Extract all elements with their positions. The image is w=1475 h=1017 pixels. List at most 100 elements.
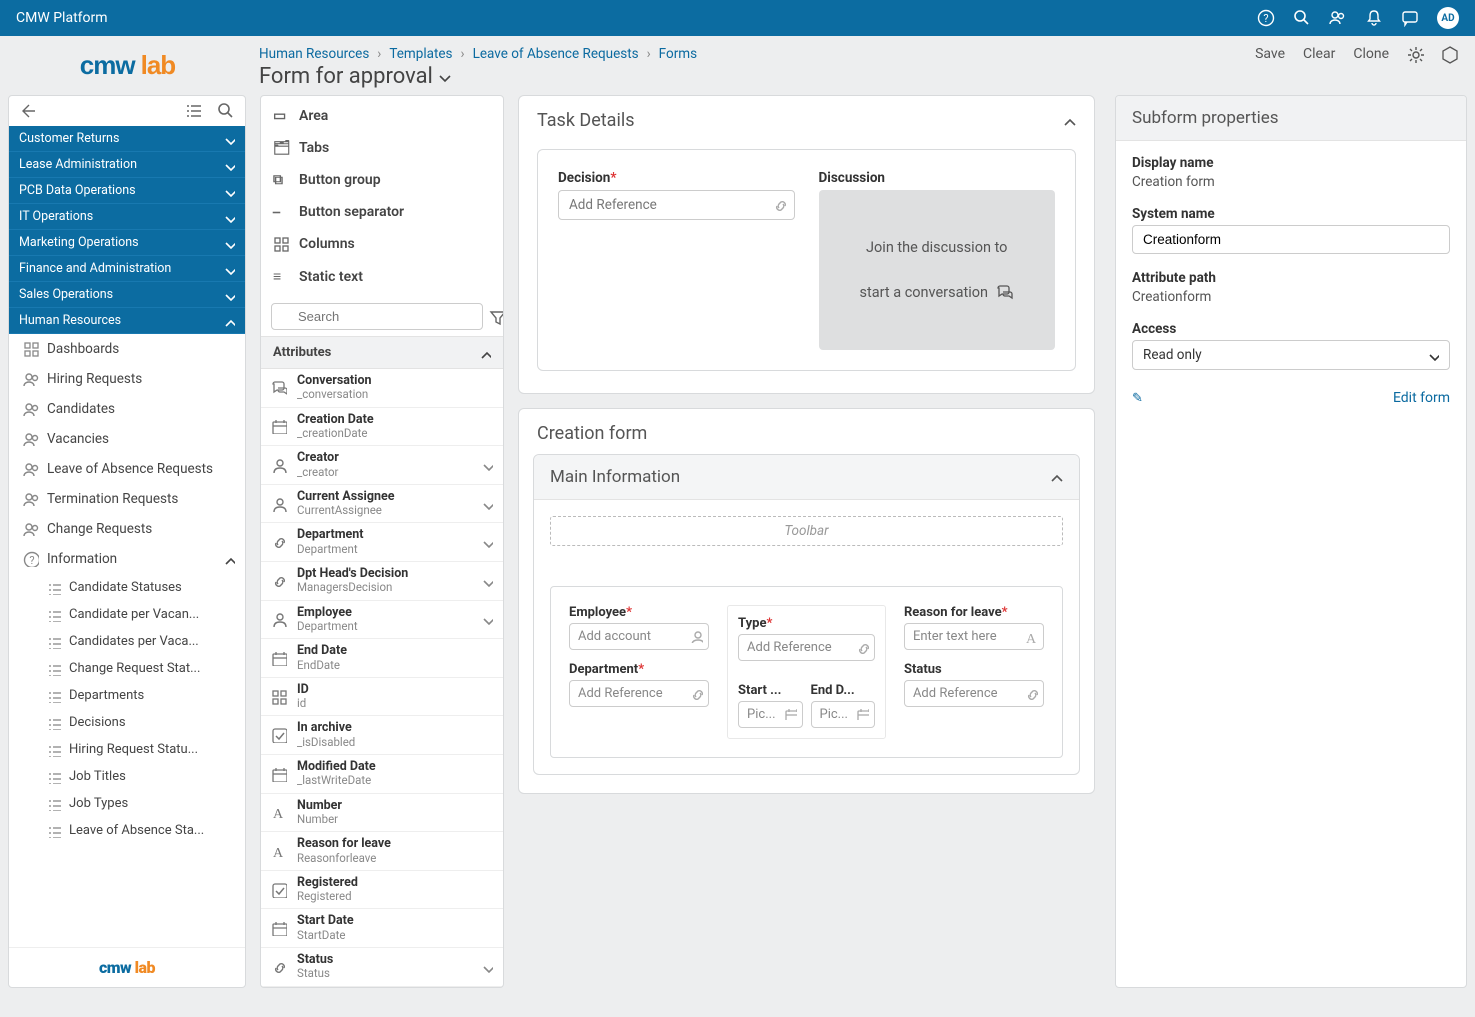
- sidebar-acc-marketing[interactable]: Marketing Operations: [9, 230, 245, 256]
- list-icon: [47, 689, 61, 703]
- sidebar-acc-lease[interactable]: Lease Administration: [9, 152, 245, 178]
- comp-button-group[interactable]: ⧉Button group: [261, 164, 503, 196]
- employee-input[interactable]: Add account: [569, 623, 709, 650]
- info-loa-sta[interactable]: Leave of Absence Sta...: [9, 817, 245, 844]
- attr-_creator[interactable]: Creator_creator: [261, 446, 503, 485]
- hex-icon[interactable]: [1441, 46, 1457, 62]
- info-departments[interactable]: Departments: [9, 682, 245, 709]
- department-input[interactable]: Add Reference: [569, 680, 709, 707]
- clear-button[interactable]: Clear: [1303, 46, 1335, 62]
- info-cpv2[interactable]: Candidates per Vaca...: [9, 628, 245, 655]
- gear-icon[interactable]: [1407, 46, 1423, 62]
- crumb-3[interactable]: Forms: [659, 46, 697, 62]
- search-icon[interactable]: [1293, 9, 1311, 27]
- sidebar-acc-hr[interactable]: Human Resources: [9, 308, 245, 334]
- attr-ManagersDecision[interactable]: Dpt Head's DecisionManagersDecision: [261, 562, 503, 601]
- chat-icon[interactable]: [1401, 9, 1419, 27]
- logo[interactable]: cmwlab: [0, 36, 255, 95]
- list-icon: [47, 770, 61, 784]
- comp-tabs[interactable]: 🗂Tabs: [261, 132, 503, 164]
- save-button[interactable]: Save: [1255, 46, 1285, 62]
- sidebar-search-icon[interactable]: [217, 102, 235, 120]
- list-icon: [47, 716, 61, 730]
- attr-_conversation[interactable]: Conversation_conversation: [261, 369, 503, 408]
- sidebar-acc-finance[interactable]: Finance and Administration: [9, 256, 245, 282]
- info-jobtypes[interactable]: Job Types: [9, 790, 245, 817]
- decision-input[interactable]: Add Reference: [558, 190, 795, 220]
- info-candidate-statuses[interactable]: Candidate Statuses: [9, 574, 245, 601]
- attr-_creationDate[interactable]: Creation Date_creationDate: [261, 408, 503, 447]
- attr-StartDate[interactable]: Start DateStartDate: [261, 909, 503, 948]
- attr-Registered[interactable]: RegisteredRegistered: [261, 871, 503, 910]
- crumb-2[interactable]: Leave of Absence Requests: [473, 46, 639, 62]
- list-icon: [47, 797, 61, 811]
- attr-_isDisabled[interactable]: In archive_isDisabled: [261, 716, 503, 755]
- info-hrs[interactable]: Hiring Request Statu...: [9, 736, 245, 763]
- sidebar-acc-pcb[interactable]: PCB Data Operations: [9, 178, 245, 204]
- attr-_lastWriteDate[interactable]: Modified Date_lastWriteDate: [261, 755, 503, 794]
- info-decisions[interactable]: Decisions: [9, 709, 245, 736]
- attr-Status[interactable]: StatusStatus: [261, 948, 503, 987]
- filter-icon[interactable]: [489, 309, 504, 325]
- sidebar-item-candidates[interactable]: Candidates: [9, 394, 245, 424]
- crumb-1[interactable]: Templates: [389, 46, 452, 62]
- avatar[interactable]: AD: [1437, 7, 1459, 29]
- access-select[interactable]: Read only: [1132, 340, 1450, 370]
- sidebar-acc-customer-returns[interactable]: Customer Returns: [9, 126, 245, 152]
- sidebar-acc-sales[interactable]: Sales Operations: [9, 282, 245, 308]
- attr-Reasonforleave[interactable]: Reason for leaveReasonforleave: [261, 832, 503, 871]
- info-crs[interactable]: Change Request Stat...: [9, 655, 245, 682]
- attr-Department[interactable]: EmployeeDepartment: [261, 601, 503, 640]
- toolbar-placeholder[interactable]: Toolbar: [550, 516, 1063, 546]
- comp-area[interactable]: ▭Area: [261, 100, 503, 132]
- comp-columns[interactable]: Columns: [261, 228, 503, 260]
- users-icon: [23, 521, 39, 537]
- bell-icon[interactable]: [1365, 9, 1383, 27]
- button-group-icon: ⧉: [273, 172, 289, 188]
- component-search-input[interactable]: [271, 303, 483, 330]
- sidebar-item-change[interactable]: Change Requests: [9, 514, 245, 544]
- comp-button-sep[interactable]: ⎯Button separator: [261, 196, 503, 228]
- user-icon: [271, 457, 289, 473]
- comp-static-text[interactable]: ≡Static text: [261, 260, 503, 293]
- chevron-down-icon: [1427, 349, 1439, 361]
- chevron-down-icon: [477, 536, 493, 548]
- attributes-header[interactable]: Attributes: [261, 337, 503, 369]
- sidebar-item-vacancies[interactable]: Vacancies: [9, 424, 245, 454]
- info-cpv[interactable]: Candidate per Vacan...: [9, 601, 245, 628]
- attr-Department[interactable]: DepartmentDepartment: [261, 523, 503, 562]
- main-info-header[interactable]: Main Information: [534, 455, 1079, 500]
- task-details-header[interactable]: Task Details: [519, 96, 1094, 145]
- status-input[interactable]: Add Reference: [904, 680, 1044, 707]
- crumb-0[interactable]: Human Resources: [259, 46, 369, 62]
- sidebar-acc-it[interactable]: IT Operations: [9, 204, 245, 230]
- sidebar-item-leave[interactable]: Leave of Absence Requests: [9, 454, 245, 484]
- edit-icon[interactable]: ✎: [1132, 391, 1143, 406]
- collapse-icon[interactable]: [19, 102, 37, 120]
- end-date-label: End D...: [811, 683, 875, 698]
- attr-Number[interactable]: NumberNumber: [261, 794, 503, 833]
- access-label: Access: [1132, 321, 1450, 337]
- edit-form-link[interactable]: Edit form: [1393, 390, 1450, 406]
- sidebar-item-dashboards[interactable]: Dashboards: [9, 334, 245, 364]
- page-title[interactable]: Form for approval: [259, 64, 697, 89]
- system-name-label: System name: [1132, 206, 1450, 222]
- attr-CurrentAssignee[interactable]: Current AssigneeCurrentAssignee: [261, 485, 503, 524]
- chevron-down-icon: [437, 70, 451, 84]
- list-view-icon[interactable]: [185, 102, 203, 120]
- help-icon[interactable]: [1257, 9, 1275, 27]
- clone-button[interactable]: Clone: [1353, 46, 1389, 62]
- reason-input[interactable]: Enter text here: [904, 623, 1044, 650]
- users-icon: [23, 491, 39, 507]
- attr-EndDate[interactable]: End DateEndDate: [261, 639, 503, 678]
- chevron-down-icon: [477, 613, 493, 625]
- users-icon[interactable]: [1329, 9, 1347, 27]
- sidebar-item-termination[interactable]: Termination Requests: [9, 484, 245, 514]
- discussion-placeholder[interactable]: Join the discussion to start a conversat…: [819, 190, 1056, 350]
- info-jobtitles[interactable]: Job Titles: [9, 763, 245, 790]
- attr-id[interactable]: IDid: [261, 678, 503, 717]
- system-name-input[interactable]: [1132, 225, 1450, 254]
- text-icon: [1024, 629, 1038, 643]
- sidebar-item-information[interactable]: Information: [9, 544, 245, 574]
- sidebar-item-hiring[interactable]: Hiring Requests: [9, 364, 245, 394]
